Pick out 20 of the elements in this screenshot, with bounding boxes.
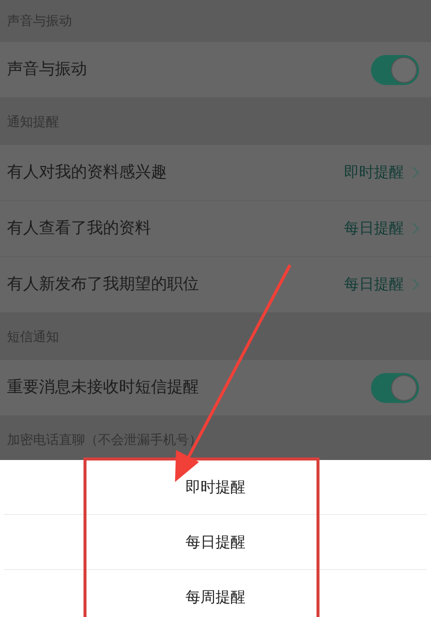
settings-row[interactable]: 有人对我的资料感兴趣 即时提醒	[0, 145, 431, 201]
row-label: 有人新发布了我期望的职位	[7, 274, 200, 295]
settings-row[interactable]: 有人查看了我的资料 每日提醒	[0, 201, 431, 257]
sheet-option[interactable]: 每日提醒	[4, 515, 427, 570]
settings-row[interactable]: 有人新发布了我期望的职位 每日提醒	[0, 257, 431, 313]
toggle-switch[interactable]	[371, 54, 419, 84]
row-value: 每日提醒	[344, 219, 404, 238]
chevron-right-icon	[412, 222, 419, 235]
sheet-option[interactable]: 每周提醒	[4, 570, 427, 617]
row-label: 声音与振动	[7, 59, 88, 80]
chevron-right-icon	[412, 278, 419, 291]
toggle-switch[interactable]	[371, 372, 419, 402]
row-value: 即时提醒	[344, 163, 404, 182]
settings-row[interactable]: 声音与振动	[0, 42, 431, 98]
row-label: 有人查看了我的资料	[7, 218, 152, 239]
row-value: 每日提醒	[344, 275, 404, 294]
row-label: 有人对我的资料感兴趣	[7, 162, 168, 183]
chevron-right-icon	[412, 166, 419, 179]
row-label: 重要消息未接收时短信提醒	[7, 377, 200, 398]
settings-row[interactable]: 重要消息未接收时短信提醒	[0, 360, 431, 416]
